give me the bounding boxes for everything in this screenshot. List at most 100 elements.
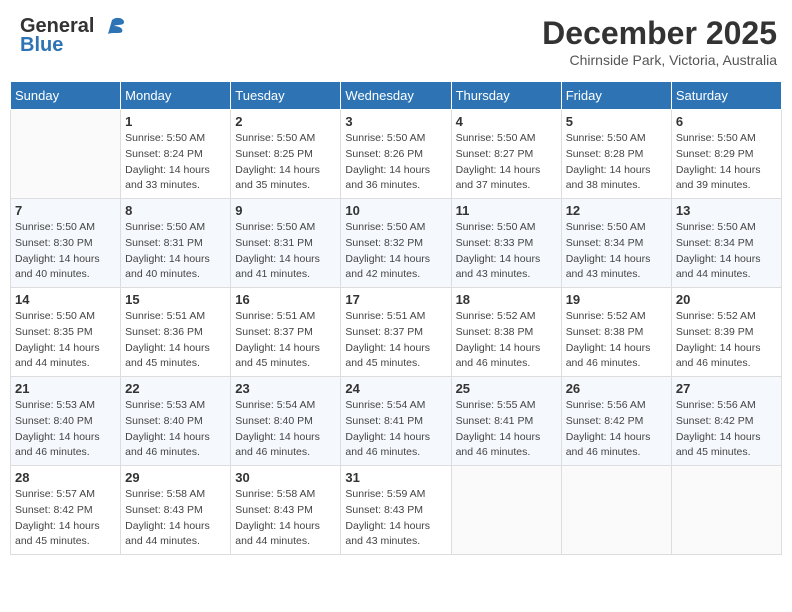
day-info: Sunrise: 5:52 AMSunset: 8:39 PMDaylight:…: [676, 309, 777, 372]
day-info: Sunrise: 5:51 AMSunset: 8:37 PMDaylight:…: [235, 309, 336, 372]
day-header-tuesday: Tuesday: [231, 82, 341, 110]
calendar-week-row: 28 Sunrise: 5:57 AMSunset: 8:42 PMDayligh…: [11, 466, 782, 555]
day-number: 6: [676, 114, 777, 129]
day-info: Sunrise: 5:56 AMSunset: 8:42 PMDaylight:…: [566, 398, 667, 461]
calendar-header-row: SundayMondayTuesdayWednesdayThursdayFrid…: [11, 82, 782, 110]
calendar-cell: 3 Sunrise: 5:50 AMSunset: 8:26 PMDaylight…: [341, 110, 451, 199]
calendar-week-row: 21 Sunrise: 5:53 AMSunset: 8:40 PMDayligh…: [11, 377, 782, 466]
day-number: 4: [456, 114, 557, 129]
day-info: Sunrise: 5:50 AMSunset: 8:34 PMDaylight:…: [566, 220, 667, 283]
day-info: Sunrise: 5:50 AMSunset: 8:31 PMDaylight:…: [125, 220, 226, 283]
day-info: Sunrise: 5:52 AMSunset: 8:38 PMDaylight:…: [456, 309, 557, 372]
day-number: 11: [456, 203, 557, 218]
day-number: 15: [125, 292, 226, 307]
calendar-cell: 5 Sunrise: 5:50 AMSunset: 8:28 PMDaylight…: [561, 110, 671, 199]
day-number: 18: [456, 292, 557, 307]
calendar-cell: 4 Sunrise: 5:50 AMSunset: 8:27 PMDaylight…: [451, 110, 561, 199]
day-info: Sunrise: 5:53 AMSunset: 8:40 PMDaylight:…: [125, 398, 226, 461]
calendar-cell: 9 Sunrise: 5:50 AMSunset: 8:31 PMDaylight…: [231, 199, 341, 288]
calendar-cell: 28 Sunrise: 5:57 AMSunset: 8:42 PMDayligh…: [11, 466, 121, 555]
calendar-cell: [671, 466, 781, 555]
day-info: Sunrise: 5:50 AMSunset: 8:33 PMDaylight:…: [456, 220, 557, 283]
calendar-cell: 7 Sunrise: 5:50 AMSunset: 8:30 PMDaylight…: [11, 199, 121, 288]
calendar-week-row: 14 Sunrise: 5:50 AMSunset: 8:35 PMDayligh…: [11, 288, 782, 377]
day-info: Sunrise: 5:50 AMSunset: 8:31 PMDaylight:…: [235, 220, 336, 283]
month-title: December 2025: [542, 15, 777, 52]
day-info: Sunrise: 5:54 AMSunset: 8:40 PMDaylight:…: [235, 398, 336, 461]
day-info: Sunrise: 5:50 AMSunset: 8:32 PMDaylight:…: [345, 220, 446, 283]
day-number: 29: [125, 470, 226, 485]
day-info: Sunrise: 5:50 AMSunset: 8:29 PMDaylight:…: [676, 131, 777, 194]
day-info: Sunrise: 5:51 AMSunset: 8:36 PMDaylight:…: [125, 309, 226, 372]
day-header-wednesday: Wednesday: [341, 82, 451, 110]
day-number: 16: [235, 292, 336, 307]
day-number: 1: [125, 114, 226, 129]
day-info: Sunrise: 5:50 AMSunset: 8:27 PMDaylight:…: [456, 131, 557, 194]
calendar-cell: 17Sunrise: 5:51 AMSunset: 8:37 PMDayligh…: [341, 288, 451, 377]
calendar-cell: 13Sunrise: 5:50 AMSunset: 8:34 PMDayligh…: [671, 199, 781, 288]
day-number: 14: [15, 292, 116, 307]
day-number: 5: [566, 114, 667, 129]
day-number: 28: [15, 470, 116, 485]
day-info: Sunrise: 5:50 AMSunset: 8:24 PMDaylight:…: [125, 131, 226, 194]
day-number: 23: [235, 381, 336, 396]
day-header-saturday: Saturday: [671, 82, 781, 110]
logo-bird-icon: [98, 16, 126, 38]
calendar-cell: 29 Sunrise: 5:58 AMSunset: 8:43 PMDayligh…: [121, 466, 231, 555]
day-info: Sunrise: 5:58 AMSunset: 8:43 PMDaylight:…: [235, 487, 336, 550]
day-number: 9: [235, 203, 336, 218]
day-info: Sunrise: 5:50 AMSunset: 8:28 PMDaylight:…: [566, 131, 667, 194]
day-number: 30: [235, 470, 336, 485]
calendar-cell: 16 Sunrise: 5:51 AMSunset: 8:37 PMDayligh…: [231, 288, 341, 377]
day-info: Sunrise: 5:56 AMSunset: 8:42 PMDaylight:…: [676, 398, 777, 461]
calendar-cell: 27 Sunrise: 5:56 AMSunset: 8:42 PMDayligh…: [671, 377, 781, 466]
day-info: Sunrise: 5:55 AMSunset: 8:41 PMDaylight:…: [456, 398, 557, 461]
day-header-friday: Friday: [561, 82, 671, 110]
calendar-week-row: 7 Sunrise: 5:50 AMSunset: 8:30 PMDaylight…: [11, 199, 782, 288]
calendar-cell: 18 Sunrise: 5:52 AMSunset: 8:38 PMDayligh…: [451, 288, 561, 377]
day-number: 21: [15, 381, 116, 396]
day-info: Sunrise: 5:58 AMSunset: 8:43 PMDaylight:…: [125, 487, 226, 550]
calendar-cell: 23 Sunrise: 5:54 AMSunset: 8:40 PMDayligh…: [231, 377, 341, 466]
day-number: 3: [345, 114, 446, 129]
day-number: 27: [676, 381, 777, 396]
day-number: 2: [235, 114, 336, 129]
day-info: Sunrise: 5:50 AMSunset: 8:26 PMDaylight:…: [345, 131, 446, 194]
calendar-cell: 22 Sunrise: 5:53 AMSunset: 8:40 PMDayligh…: [121, 377, 231, 466]
day-number: 12: [566, 203, 667, 218]
calendar-cell: 31 Sunrise: 5:59 AMSunset: 8:43 PMDayligh…: [341, 466, 451, 555]
calendar-cell: 25 Sunrise: 5:55 AMSunset: 8:41 PMDayligh…: [451, 377, 561, 466]
day-info: Sunrise: 5:59 AMSunset: 8:43 PMDaylight:…: [345, 487, 446, 550]
calendar-table: SundayMondayTuesdayWednesdayThursdayFrid…: [10, 81, 782, 555]
day-info: Sunrise: 5:57 AMSunset: 8:42 PMDaylight:…: [15, 487, 116, 550]
day-info: Sunrise: 5:54 AMSunset: 8:41 PMDaylight:…: [345, 398, 446, 461]
day-number: 22: [125, 381, 226, 396]
day-number: 25: [456, 381, 557, 396]
calendar-week-row: 1 Sunrise: 5:50 AMSunset: 8:24 PMDaylight…: [11, 110, 782, 199]
calendar-cell: [561, 466, 671, 555]
calendar-cell: 24Sunrise: 5:54 AMSunset: 8:41 PMDayligh…: [341, 377, 451, 466]
day-info: Sunrise: 5:50 AMSunset: 8:25 PMDaylight:…: [235, 131, 336, 194]
day-number: 31: [345, 470, 446, 485]
day-header-sunday: Sunday: [11, 82, 121, 110]
day-header-monday: Monday: [121, 82, 231, 110]
calendar-cell: 10Sunrise: 5:50 AMSunset: 8:32 PMDayligh…: [341, 199, 451, 288]
day-number: 7: [15, 203, 116, 218]
location: Chirnside Park, Victoria, Australia: [542, 52, 777, 68]
calendar-cell: 12 Sunrise: 5:50 AMSunset: 8:34 PMDayligh…: [561, 199, 671, 288]
calendar-cell: 2 Sunrise: 5:50 AMSunset: 8:25 PMDaylight…: [231, 110, 341, 199]
day-info: Sunrise: 5:50 AMSunset: 8:30 PMDaylight:…: [15, 220, 116, 283]
day-info: Sunrise: 5:50 AMSunset: 8:35 PMDaylight:…: [15, 309, 116, 372]
calendar-cell: 20 Sunrise: 5:52 AMSunset: 8:39 PMDayligh…: [671, 288, 781, 377]
calendar-cell: 26 Sunrise: 5:56 AMSunset: 8:42 PMDayligh…: [561, 377, 671, 466]
calendar-cell: 6 Sunrise: 5:50 AMSunset: 8:29 PMDaylight…: [671, 110, 781, 199]
calendar-cell: 11 Sunrise: 5:50 AMSunset: 8:33 PMDayligh…: [451, 199, 561, 288]
page-header: General Blue December 2025 Chirnside Par…: [10, 10, 782, 73]
calendar-cell: 19Sunrise: 5:52 AMSunset: 8:38 PMDayligh…: [561, 288, 671, 377]
calendar-cell: 30 Sunrise: 5:58 AMSunset: 8:43 PMDayligh…: [231, 466, 341, 555]
day-number: 19: [566, 292, 667, 307]
day-info: Sunrise: 5:53 AMSunset: 8:40 PMDaylight:…: [15, 398, 116, 461]
day-number: 17: [345, 292, 446, 307]
day-number: 26: [566, 381, 667, 396]
day-number: 20: [676, 292, 777, 307]
